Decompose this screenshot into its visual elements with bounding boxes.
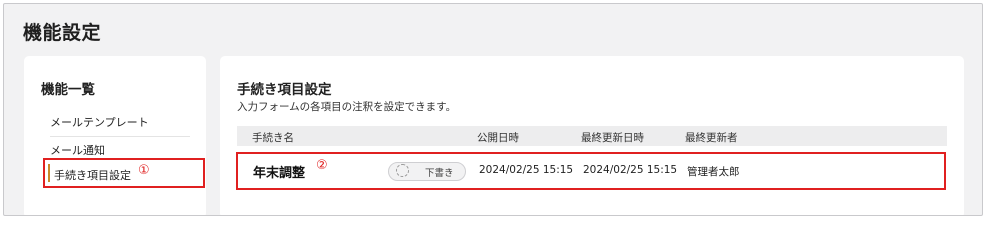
- sidebar-item-mail-template[interactable]: メールテンプレート: [50, 114, 190, 137]
- column-header-name: 手続き名: [252, 132, 294, 144]
- updated-at: 2024/02/25 15:15: [583, 164, 678, 176]
- active-indicator: [48, 164, 50, 182]
- published-at: 2024/02/25 15:15: [479, 164, 574, 176]
- annotation-marker-1: ①: [138, 163, 150, 178]
- feature-list-title: 機能一覧: [41, 82, 95, 98]
- status-badge: 下書き: [388, 162, 466, 181]
- status-label: 下書き: [425, 168, 454, 179]
- app-frame: 機能設定 機能一覧 メールテンプレート メール通知 手続き項目設定 ① 手続き項…: [3, 3, 983, 216]
- section-description: 入力フォームの各項目の注釈を設定できます。: [237, 101, 457, 113]
- column-header-updated-by: 最終更新者: [685, 132, 738, 144]
- column-header-updated: 最終更新日時: [581, 132, 644, 144]
- sidebar-item-procedure-settings[interactable]: 手続き項目設定 ①: [43, 158, 205, 188]
- column-header-published: 公開日時: [477, 132, 519, 144]
- page-title: 機能設定: [23, 22, 102, 44]
- feature-list-panel: 機能一覧 メールテンプレート メール通知 手続き項目設定 ①: [24, 56, 206, 215]
- sidebar-item-label: 手続き項目設定: [54, 169, 131, 182]
- sidebar-item-label: メールテンプレート: [50, 116, 149, 129]
- draft-status-icon: [396, 164, 409, 177]
- section-title: 手続き項目設定: [237, 82, 332, 98]
- updated-by: 管理者太郎: [687, 166, 740, 178]
- table-header: 手続き名 公開日時 最終更新日時 最終更新者: [237, 126, 947, 146]
- table-row[interactable]: 年末調整 ② 下書き 2024/02/25 15:15 2024/02/25 1…: [236, 152, 946, 190]
- procedure-name[interactable]: 年末調整: [253, 162, 305, 181]
- annotation-marker-2: ②: [316, 158, 328, 173]
- sidebar-item-mail-notification[interactable]: メール通知: [50, 142, 190, 158]
- sidebar-item-label: メール通知: [50, 144, 105, 157]
- procedure-settings-panel: 手続き項目設定 入力フォームの各項目の注釈を設定できます。 手続き名 公開日時 …: [220, 56, 964, 215]
